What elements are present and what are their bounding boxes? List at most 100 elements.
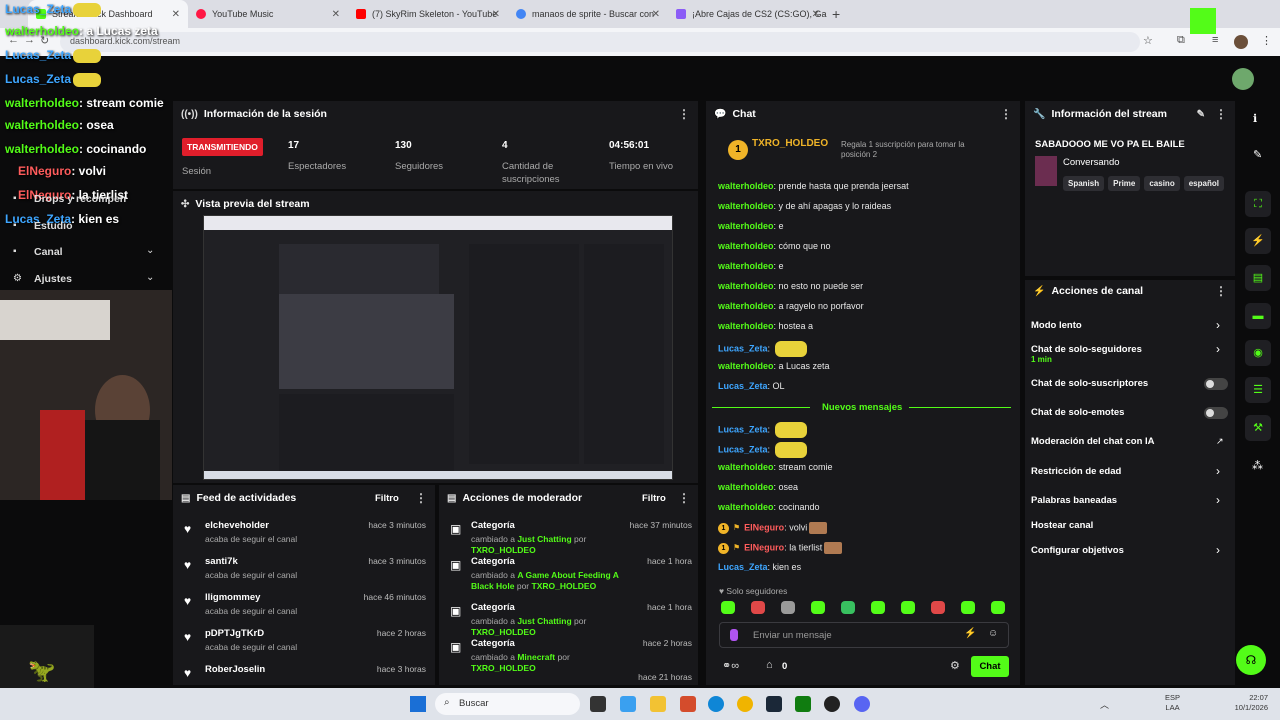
chat-username[interactable]: walterholdeo [718, 241, 774, 251]
channel-action-label[interactable]: Palabras baneadas [1031, 495, 1117, 506]
gift-box-icon[interactable]: ⌂ [766, 659, 773, 671]
profile-avatar[interactable] [1234, 35, 1248, 49]
broadcast-icon[interactable]: ◉ [1245, 340, 1271, 366]
emoji-icon[interactable]: ☺ [988, 628, 998, 639]
chat-username[interactable]: Lucas_Zeta [718, 343, 768, 353]
dashboard-menu-item[interactable]: Ajustes [34, 273, 72, 285]
loop-icon[interactable]: ⚭∞ [722, 659, 739, 672]
clipboard-icon[interactable]: ▤ [1245, 265, 1271, 291]
lightning-icon[interactable]: ⚡ [1245, 228, 1271, 254]
mic-icon[interactable] [730, 629, 738, 641]
new-tab-button[interactable]: + [832, 6, 840, 22]
clock[interactable]: 22:07 10/1/2026 [1228, 693, 1268, 713]
more-options-icon[interactable]: ⋮ [1215, 284, 1227, 298]
close-tab-icon[interactable]: ✕ [812, 9, 820, 20]
scan-icon[interactable]: ⛶ [1245, 191, 1271, 217]
chat-username[interactable]: walterholdeo [718, 301, 774, 311]
chat-username[interactable]: Lucas_Zeta [718, 381, 768, 391]
channel-action-label[interactable]: Configurar objetivos [1031, 545, 1124, 556]
media-controls-icon[interactable]: ≡ [1212, 34, 1218, 46]
moderator-link[interactable]: TXRO_HOLDEO [471, 627, 536, 637]
chat-username[interactable]: walterholdeo [718, 321, 774, 331]
chat-username[interactable]: walterholdeo [718, 201, 774, 211]
community-icon[interactable]: ⁂ [1252, 459, 1263, 472]
chrome-icon[interactable] [737, 696, 753, 712]
chevron-right-icon[interactable]: › [1216, 318, 1220, 332]
toggle-switch[interactable] [1204, 378, 1228, 390]
url-field[interactable]: dashboard.kick.com/stream [60, 32, 1140, 52]
close-tab-icon[interactable]: ✕ [332, 9, 340, 20]
layout-icon[interactable]: ☰ [1245, 377, 1271, 403]
chat-username[interactable]: Lucas_Zeta [718, 424, 768, 434]
edge-icon[interactable] [708, 696, 724, 712]
info-icon[interactable]: ℹ [1253, 112, 1257, 125]
more-options-icon[interactable]: ⋮ [415, 491, 427, 505]
expand-icon[interactable]: ✣ [181, 199, 189, 210]
chat-username[interactable]: walterholdeo [718, 261, 774, 271]
chat-username[interactable]: walterholdeo [718, 361, 774, 371]
language-indicator[interactable]: ESP LAA [1165, 693, 1180, 713]
toggle-switch[interactable] [1204, 407, 1228, 419]
channel-action-label[interactable]: Modo lento [1031, 320, 1082, 331]
tray-chevron-icon[interactable]: ︿ [1100, 698, 1109, 711]
user-avatar[interactable] [1232, 68, 1254, 90]
follower-name[interactable]: elcheveholder [205, 520, 269, 531]
chat-username[interactable]: walterholdeo [718, 482, 774, 492]
chat-input[interactable]: Enviar un mensaje ⚡ ☺ [719, 622, 1009, 648]
bookmark-star-icon[interactable]: ☆ [1143, 34, 1153, 47]
chat-username[interactable]: ElNeguro [744, 522, 784, 532]
close-tab-icon[interactable]: ✕ [172, 9, 180, 20]
edit-pencil-icon[interactable]: ✎ [1197, 109, 1205, 120]
filter-button[interactable]: Filtro [375, 493, 399, 504]
follower-name[interactable]: lligmommey [205, 592, 260, 603]
external-link-icon[interactable]: ↗ [1216, 436, 1224, 447]
tab-cs2-cases[interactable]: ¡Abre Cajas de CS2 (CS:GO), Ga ✕ [668, 0, 828, 28]
tab-google-search[interactable]: manaos de sprite - Buscar con ✕ [508, 0, 668, 28]
channel-action-label[interactable]: Chat de solo-suscriptores [1031, 378, 1148, 389]
quick-emote-icon[interactable] [721, 601, 735, 614]
dashboard-menu-item[interactable]: Canal [34, 246, 63, 258]
chat-icon[interactable]: ▬ [1245, 303, 1271, 329]
chat-username[interactable]: walterholdeo [718, 181, 774, 191]
follower-name[interactable]: santi7k [205, 556, 238, 567]
more-options-icon[interactable]: ⋮ [1000, 107, 1012, 121]
quick-emote-icon[interactable] [811, 601, 825, 614]
follower-name[interactable]: pDPTJgTKrD [205, 628, 264, 639]
moderator-link[interactable]: TXRO_HOLDEO [471, 545, 536, 555]
quick-emote-icon[interactable] [931, 601, 945, 614]
quick-emote-icon[interactable] [991, 601, 1005, 614]
chat-settings-gear-icon[interactable]: ⚙ [950, 659, 960, 672]
chat-username[interactable]: Lucas_Zeta [718, 562, 768, 572]
obs-icon[interactable] [824, 696, 840, 712]
chat-username[interactable]: Lucas_Zeta [718, 444, 768, 454]
moderator-link[interactable]: TXRO_HOLDEO [471, 663, 536, 673]
discord-icon[interactable] [854, 696, 870, 712]
chevron-down-icon[interactable]: ⌄ [146, 272, 154, 283]
xbox-icon[interactable] [795, 696, 811, 712]
quick-emote-icon[interactable] [751, 601, 765, 614]
chevron-right-icon[interactable]: › [1216, 464, 1220, 478]
chat-username[interactable]: ElNeguro [744, 542, 784, 552]
stream-preview-video[interactable] [203, 215, 673, 480]
chat-username[interactable]: walterholdeo [718, 281, 774, 291]
more-options-icon[interactable]: ⋮ [678, 107, 690, 121]
taskbar-search[interactable]: ⌕ Buscar [435, 693, 580, 715]
category-link[interactable]: Minecraft [517, 652, 555, 662]
top-gifter-name[interactable]: TXRO_HOLDEO [752, 138, 828, 149]
task-view-icon[interactable] [590, 696, 606, 712]
close-tab-icon[interactable]: ✕ [652, 9, 660, 20]
tools-icon[interactable]: ⚒ [1245, 415, 1271, 441]
edit-icon[interactable]: ✎ [1253, 148, 1262, 161]
channel-action-label[interactable]: Chat de solo-emotes [1031, 407, 1124, 418]
send-chat-button[interactable]: Chat [971, 656, 1009, 677]
filter-button[interactable]: Filtro [642, 493, 666, 504]
office-icon[interactable] [680, 696, 696, 712]
channel-action-label[interactable]: Hostear canal [1031, 520, 1093, 531]
more-options-icon[interactable]: ⋮ [678, 491, 690, 505]
support-headset-icon[interactable]: ☊ [1236, 645, 1266, 675]
quick-emote-icon[interactable] [871, 601, 885, 614]
more-options-icon[interactable]: ⋮ [1215, 107, 1227, 121]
chevron-down-icon[interactable]: ⌄ [146, 245, 154, 256]
tab-youtube[interactable]: (7) SkyRim Skeleton - YouTube ✕ [348, 0, 508, 28]
chevron-right-icon[interactable]: › [1216, 543, 1220, 557]
